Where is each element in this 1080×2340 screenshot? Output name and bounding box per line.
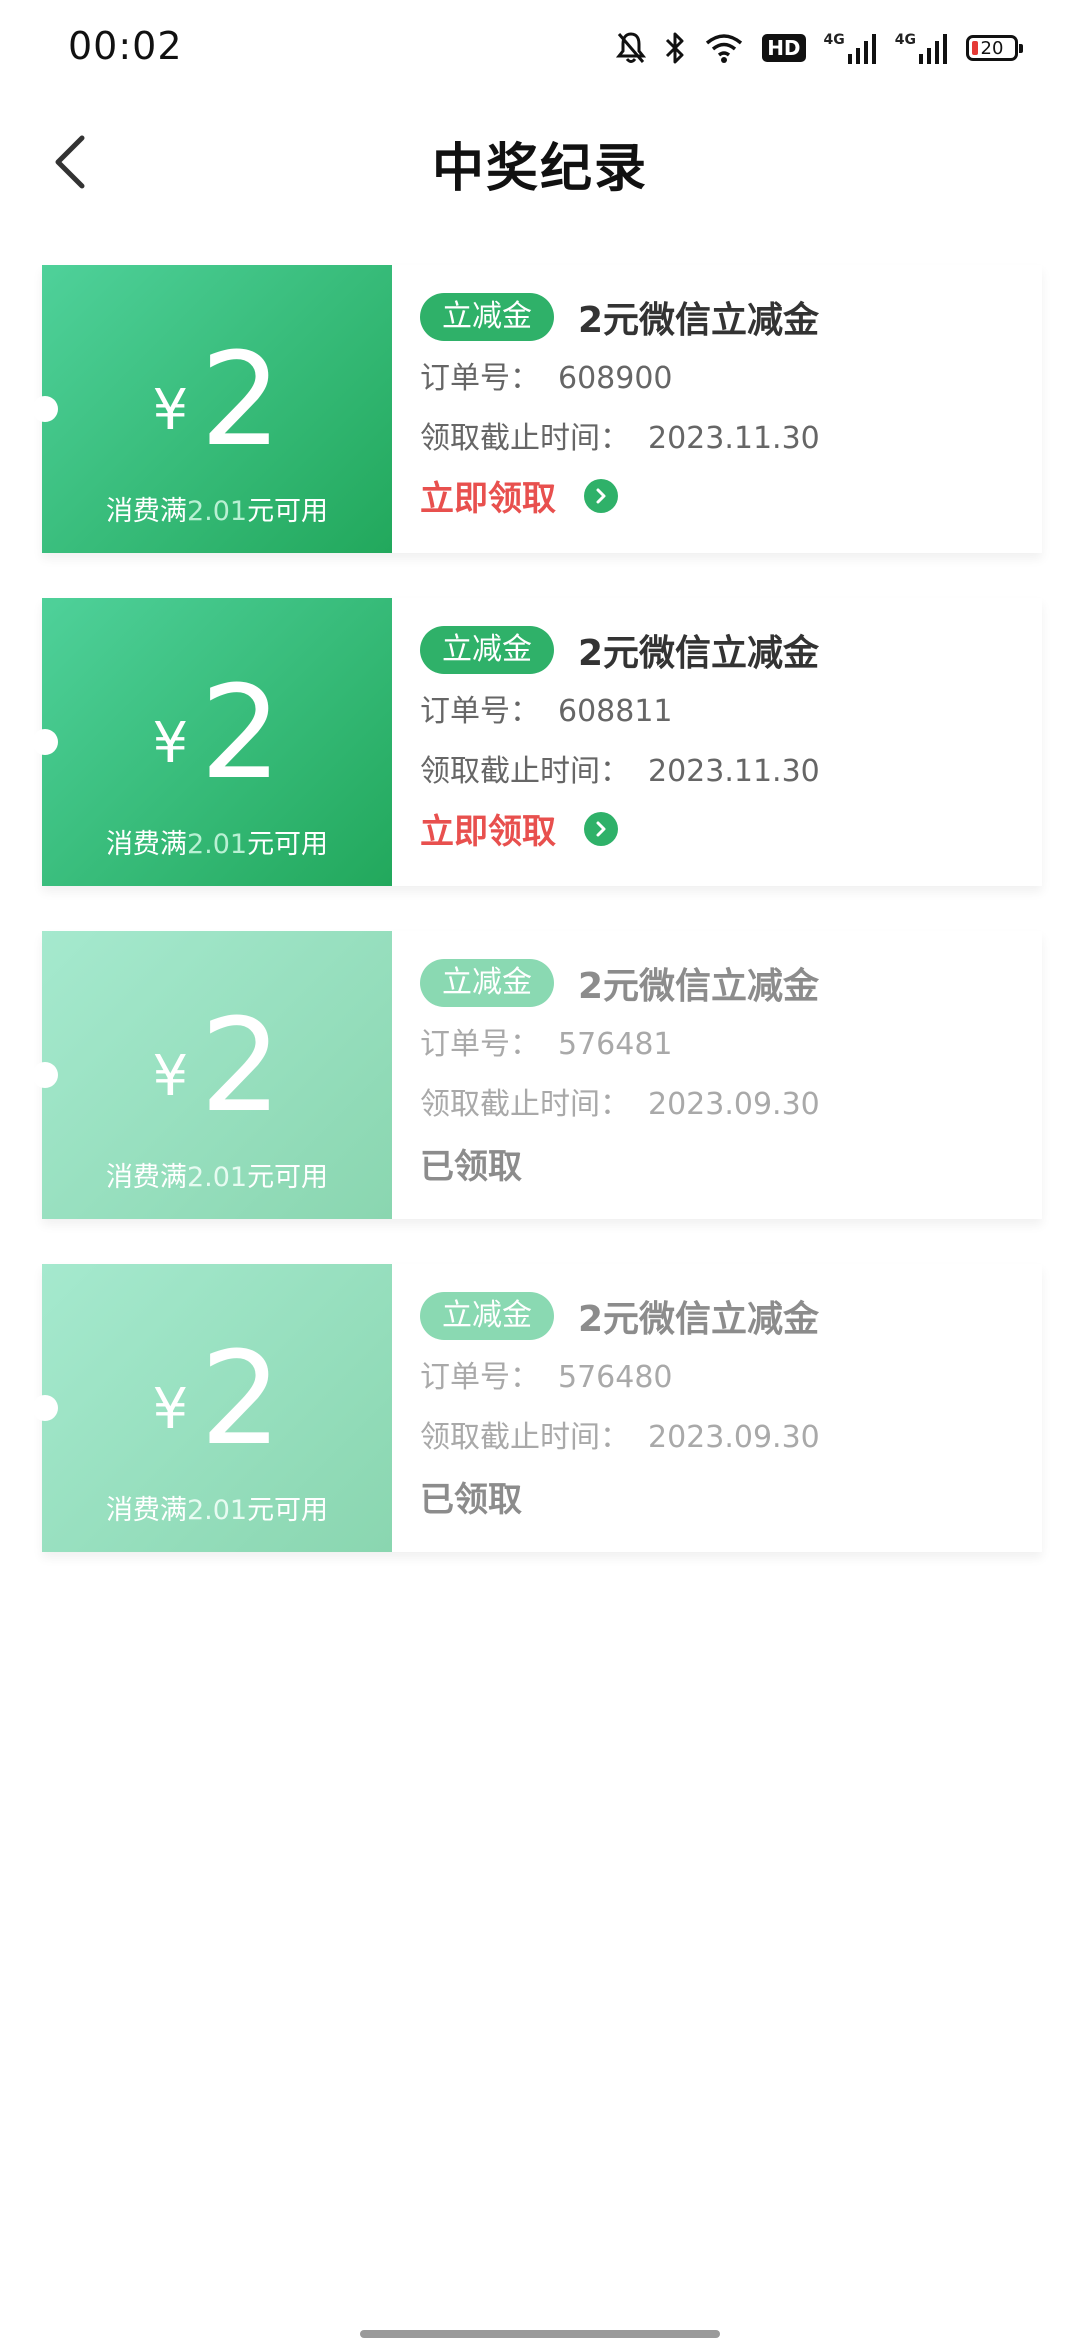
hd-badge: HD [762,34,806,62]
status-time: 00:02 [68,24,183,68]
bluetooth-icon [664,31,686,65]
coupon-card: ¥ 2 消费满2.01元可用 立减金 2元微信立减金 订单号： 576481 领取… [32,931,1042,1219]
mute-bell-icon [616,31,647,65]
claim-deadline: 领取截止时间： 2023.11.30 [420,754,820,789]
currency-symbol: ¥ [152,378,189,443]
coupon-amount-panel: ¥ 2 消费满2.01元可用 [32,598,392,886]
coupon-title: 2元微信立减金 [578,300,820,341]
currency-symbol: ¥ [152,1044,189,1109]
coupon-amount-panel: ¥ 2 消费满2.01元可用 [32,931,392,1219]
coupon-amount: 2 [200,659,282,808]
usage-condition: 消费满2.01元可用 [105,1495,329,1526]
claim-now-label: 立即领取 [420,812,556,852]
chevron-right-circle-icon [584,478,618,513]
coupon-details: 立减金 2元微信立减金 订单号： 576480 领取截止时间： 2023.09.30… [392,1264,1042,1552]
claimed-status: 已领取 [420,1480,522,1520]
coupon-card: ¥ 2 消费满2.01元可用 立减金 2元微信立减金 订单号： 608811 领取… [32,598,1042,886]
order-number: 订单号： 608900 [420,361,673,396]
usage-condition: 消费满2.01元可用 [105,829,329,860]
coupon-list: ¥ 2 消费满2.01元可用 立减金 2元微信立减金 订单号： 608900 领取… [32,265,1042,1597]
coupon-details: 立减金 2元微信立减金 订单号： 576481 领取截止时间： 2023.09.30… [392,931,1042,1219]
signal-label-1: 4G [823,32,845,48]
page-title: 中奖纪录 [431,139,648,199]
status-icons: HD 4G 4G 20 [616,26,1023,70]
signal-icon-1: 4G [824,32,877,64]
coupon-card: ¥ 2 消费满2.01元可用 立减金 2元微信立减金 订单号： 608900 领取… [32,265,1042,553]
claim-now-label: 立即领取 [420,479,556,519]
currency-symbol: ¥ [152,711,189,776]
battery-icon: 20 [966,35,1023,61]
coupon-amount-panel: ¥ 2 消费满2.01元可用 [32,1264,392,1552]
claim-now-button[interactable]: 立即领取 [420,471,618,520]
coupon-details: 立减金 2元微信立减金 订单号： 608900 领取截止时间： 2023.11.30… [392,265,1042,553]
coupon-title: 2元微信立减金 [578,1299,820,1340]
coupon-amount-panel: ¥ 2 消费满2.01元可用 [32,265,392,553]
signal-label-2: 4G [894,32,916,48]
wifi-icon [704,32,744,64]
signal-icon-2: 4G [895,32,948,64]
order-number: 订单号： 576481 [420,1027,673,1062]
status-bar: 00:02 HD 4G 4G 20 [0,0,1080,96]
coupon-amount: 2 [200,1325,282,1474]
currency-symbol: ¥ [152,1377,189,1442]
coupon-amount: 2 [200,326,282,475]
coupon-title: 2元微信立减金 [578,633,820,674]
battery-level: 20 [980,37,1004,59]
coupon-tag: 立减金 [420,959,554,1007]
claimed-status: 已领取 [420,1147,522,1187]
usage-condition: 消费满2.01元可用 [105,496,329,527]
claim-deadline: 领取截止时间： 2023.11.30 [420,421,820,456]
coupon-card: ¥ 2 消费满2.01元可用 立减金 2元微信立减金 订单号： 576480 领取… [32,1264,1042,1552]
order-number: 订单号： 608811 [420,694,673,729]
chevron-right-circle-icon [584,811,618,846]
claim-deadline: 领取截止时间： 2023.09.30 [420,1420,820,1455]
coupon-title: 2元微信立减金 [578,966,820,1007]
claim-deadline: 领取截止时间： 2023.09.30 [420,1087,820,1122]
usage-condition: 消费满2.01元可用 [105,1162,329,1193]
coupon-tag: 立减金 [420,626,554,674]
home-indicator[interactable] [360,2330,720,2338]
order-number: 订单号： 576480 [420,1360,673,1395]
claim-now-button[interactable]: 立即领取 [420,804,618,853]
header: 中奖纪录 [0,110,1080,214]
coupon-tag: 立减金 [420,293,554,341]
coupon-details: 立减金 2元微信立减金 订单号： 608811 领取截止时间： 2023.11.30… [392,598,1042,886]
coupon-amount: 2 [200,992,282,1141]
coupon-tag: 立减金 [420,1292,554,1340]
